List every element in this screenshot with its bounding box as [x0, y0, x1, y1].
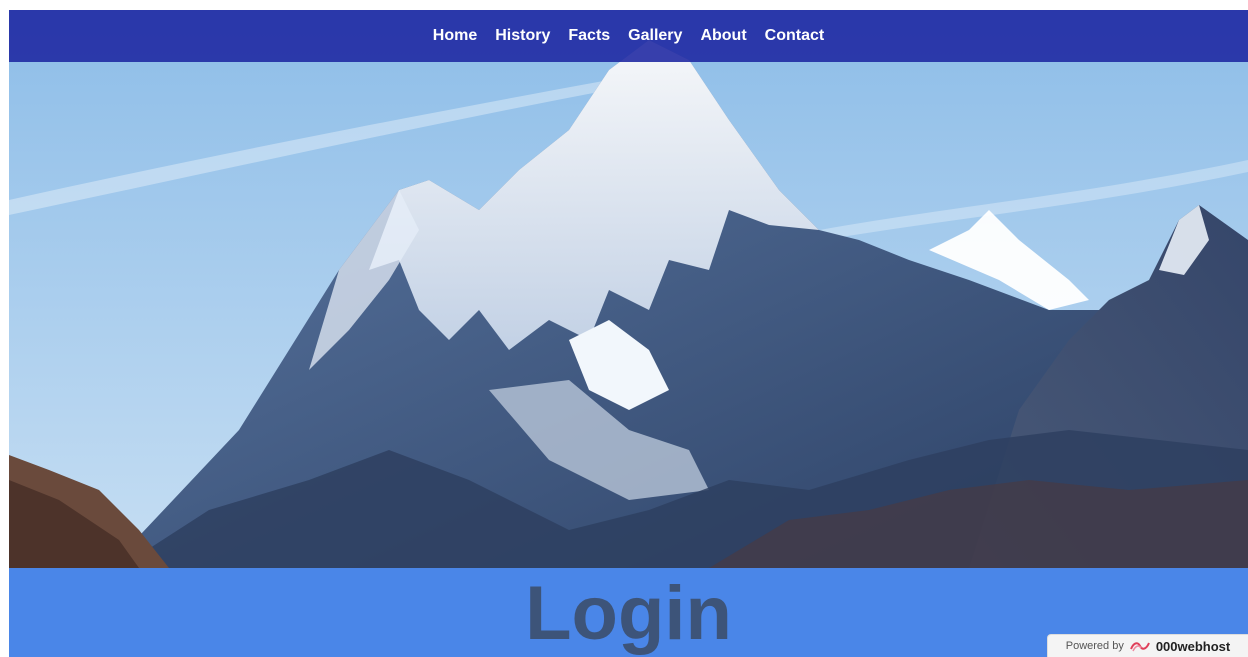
nav-link-facts[interactable]: Facts	[568, 27, 610, 44]
nav-link-contact[interactable]: Contact	[765, 27, 825, 44]
nav-link-about[interactable]: About	[700, 27, 746, 44]
nav-link-home[interactable]: Home	[433, 27, 477, 44]
nav-item-history: History	[495, 27, 550, 45]
nav-item-home: Home	[433, 27, 477, 45]
powered-by-badge[interactable]: Powered by 000webhost	[1047, 634, 1248, 657]
hero-mountain-image	[9, 10, 1248, 568]
top-navigation: Home History Facts Gallery About Contact	[9, 10, 1248, 62]
nav-link-gallery[interactable]: Gallery	[628, 27, 682, 44]
nav-link-history[interactable]: History	[495, 27, 550, 44]
webhost-brand-text: 000webhost	[1155, 638, 1231, 654]
nav-menu: Home History Facts Gallery About Contact	[424, 27, 833, 45]
nav-item-facts: Facts	[568, 27, 610, 45]
page-frame: Home History Facts Gallery About Contact…	[9, 10, 1248, 657]
nav-item-gallery: Gallery	[628, 27, 682, 45]
webhost-logo-icon	[1129, 639, 1151, 653]
powered-by-label: Powered by	[1065, 640, 1124, 652]
nav-item-contact: Contact	[765, 27, 825, 45]
nav-item-about: About	[700, 27, 746, 45]
